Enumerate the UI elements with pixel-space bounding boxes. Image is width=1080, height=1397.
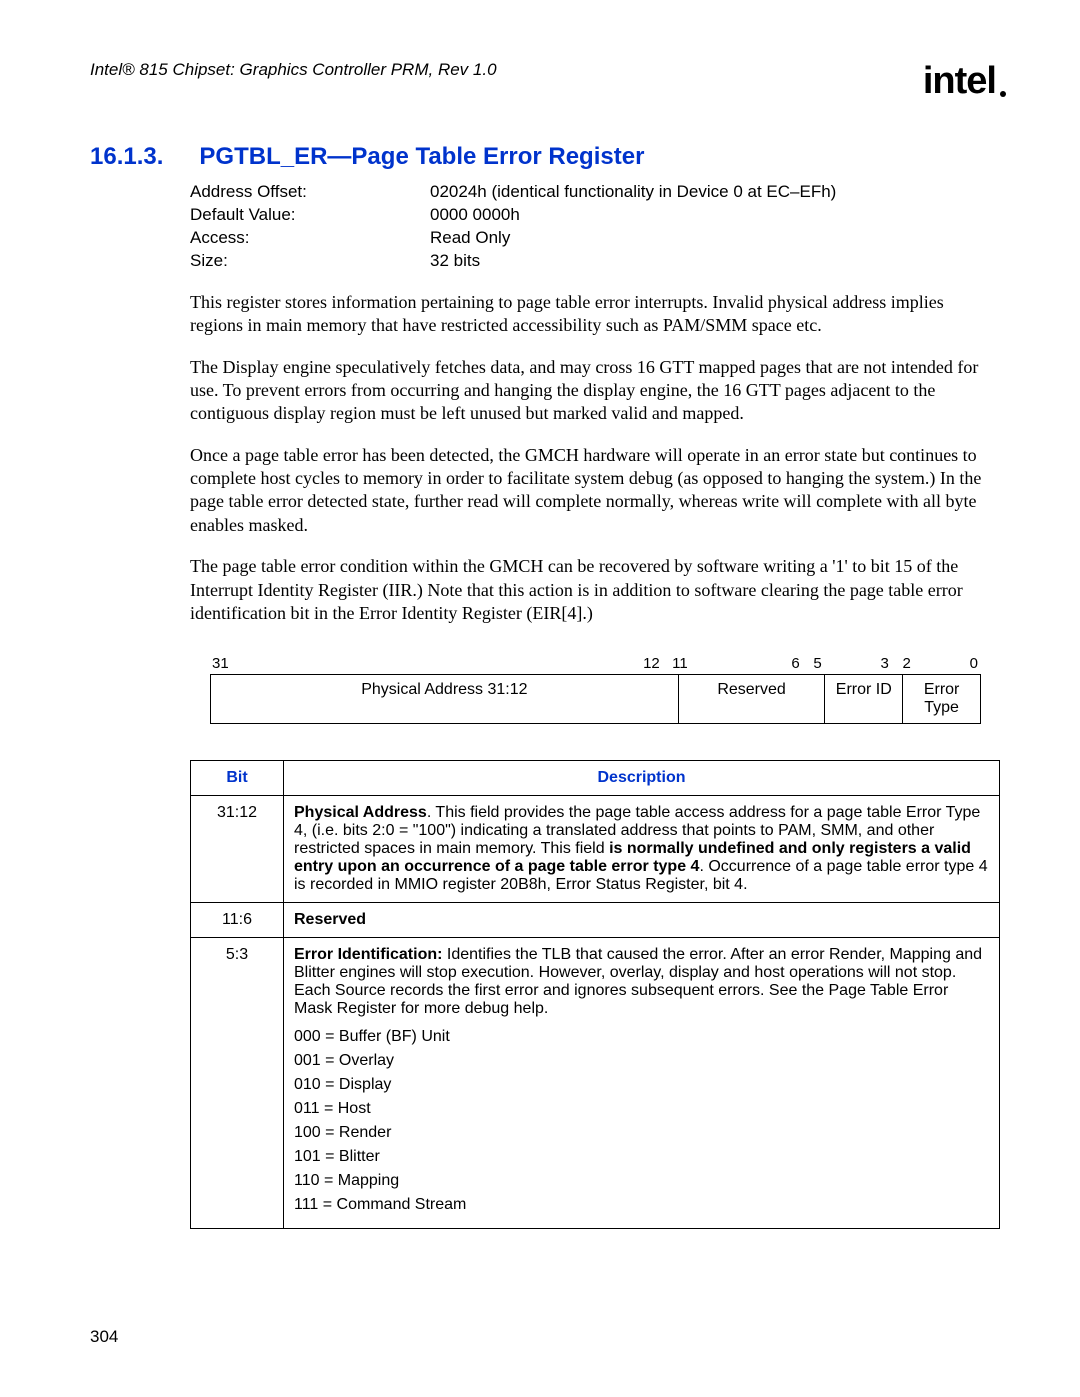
table-row: 11:6 Reserved	[191, 903, 1000, 938]
table-row: 5:3 Error Identification: Identifies the…	[191, 938, 1000, 1229]
body-paragraph: Once a page table error has been detecte…	[190, 444, 1000, 538]
list-item: 111 = Command Stream	[294, 1196, 989, 1214]
meta-size-value: 32 bits	[430, 250, 1000, 273]
meta-access-value: Read Only	[430, 227, 1000, 250]
body-paragraph: The Display engine speculatively fetches…	[190, 356, 1000, 426]
error-code-list: 000 = Buffer (BF) Unit 001 = Overlay 010…	[294, 1028, 989, 1214]
bit-range: 31:12	[191, 796, 284, 903]
bit-tick: 12	[234, 655, 659, 672]
bitfield-row: Physical Address 31:12 Reserved Error ID…	[210, 674, 981, 724]
bit-description: Error Identification: Identifies the TLB…	[284, 938, 1000, 1229]
desc-lead-bold: Error Identification:	[294, 946, 442, 963]
desc-lead-bold: Reserved	[294, 911, 366, 928]
meta-size-label: Size:	[190, 250, 430, 273]
bitfield-reserved: Reserved	[678, 675, 825, 723]
description-table: Bit Description 31:12 Physical Address. …	[190, 760, 1000, 1229]
list-item: 100 = Render	[294, 1124, 989, 1142]
page-number: 304	[90, 1327, 118, 1347]
list-item: 000 = Buffer (BF) Unit	[294, 1028, 989, 1046]
list-item: 010 = Display	[294, 1076, 989, 1094]
bit-description: Reserved	[284, 903, 1000, 938]
content-block: Address Offset: 02024h (identical functi…	[190, 181, 1000, 1229]
meta-address-value: 02024h (identical functionality in Devic…	[430, 181, 1000, 204]
body-paragraph: The page table error condition within th…	[190, 555, 1000, 625]
bit-tick: 31	[212, 655, 234, 672]
meta-default-value: 0000 0000h	[430, 204, 1000, 227]
bit-tick: 6	[688, 655, 800, 672]
section-number: 16.1.3.	[90, 143, 163, 171]
intel-logo: intel	[923, 60, 1000, 103]
bit-tick: 5	[800, 655, 822, 672]
bitfield-phys-addr: Physical Address 31:12	[210, 675, 678, 723]
bit-description: Physical Address. This field provides th…	[284, 796, 1000, 903]
bit-range: 5:3	[191, 938, 284, 1229]
meta-address-label: Address Offset:	[190, 181, 430, 204]
bitfield-ticks: 31 12 11 6 5 3 2 0	[210, 655, 980, 674]
bitfield-error-id: Error ID	[824, 675, 902, 723]
bit-tick: 3	[822, 655, 889, 672]
body-paragraph: This register stores information pertain…	[190, 291, 1000, 338]
col-header-desc: Description	[284, 761, 1000, 796]
list-item: 011 = Host	[294, 1100, 989, 1118]
list-item: 110 = Mapping	[294, 1172, 989, 1190]
meta-access-label: Access:	[190, 227, 430, 250]
meta-default-label: Default Value:	[190, 204, 430, 227]
bit-tick: 2	[889, 655, 911, 672]
bitfield-error-type: Error Type	[902, 675, 980, 723]
bit-range: 11:6	[191, 903, 284, 938]
bit-tick: 11	[660, 655, 688, 672]
desc-lead-bold: Physical Address	[294, 804, 427, 821]
list-item: 101 = Blitter	[294, 1148, 989, 1166]
list-item: 001 = Overlay	[294, 1052, 989, 1070]
bit-tick: 0	[911, 655, 978, 672]
doc-header-text: Intel® 815 Chipset: Graphics Controller …	[90, 60, 497, 80]
table-row: 31:12 Physical Address. This field provi…	[191, 796, 1000, 903]
section-title: PGTBL_ER—Page Table Error Register	[199, 143, 644, 171]
col-header-bit: Bit	[191, 761, 284, 796]
bitfield-diagram: 31 12 11 6 5 3 2 0 Physical Address 31:1…	[210, 655, 980, 724]
register-meta: Address Offset: 02024h (identical functi…	[190, 181, 1000, 273]
page: Intel® 815 Chipset: Graphics Controller …	[0, 0, 1080, 1269]
section-heading: 16.1.3. PGTBL_ER—Page Table Error Regist…	[90, 143, 1000, 171]
table-header-row: Bit Description	[191, 761, 1000, 796]
page-header: Intel® 815 Chipset: Graphics Controller …	[90, 60, 1000, 103]
